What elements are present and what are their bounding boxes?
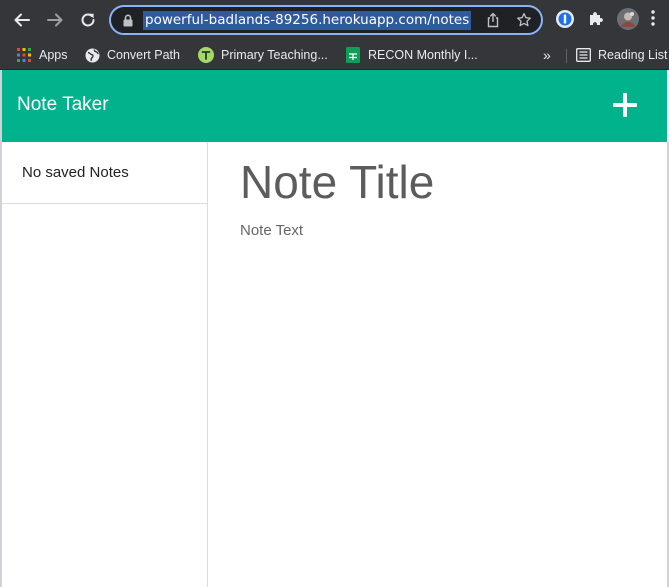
list-item: No saved Notes: [2, 142, 207, 204]
sheets-icon: [345, 47, 361, 63]
lock-icon[interactable]: [123, 14, 133, 32]
puzzle-icon[interactable]: [587, 9, 605, 32]
reading-list-label: Reading List: [598, 48, 668, 62]
notes-sidebar: No saved Notes: [2, 142, 208, 587]
note-text-area[interactable]: [240, 222, 640, 562]
bookmark-recon-monthly[interactable]: RECON Monthly I...: [345, 44, 478, 66]
bookmark-label: Primary Teaching...: [221, 48, 328, 62]
url-text[interactable]: powerful-badlands-89256.herokuapp.com/no…: [143, 11, 472, 30]
share-icon[interactable]: [485, 12, 501, 33]
arrow-left-icon[interactable]: [10, 8, 34, 32]
bookmark-label: Convert Path: [107, 48, 180, 62]
app-navbar: Note Taker: [2, 70, 667, 142]
bookmark-primary-teaching[interactable]: Primary Teaching...: [198, 44, 328, 66]
bookmarks-divider: [566, 49, 567, 63]
reload-icon[interactable]: [76, 8, 100, 32]
bookmarks-overflow-button[interactable]: »: [543, 44, 551, 66]
reading-list-icon: [575, 47, 591, 63]
apps-grid-icon: [16, 47, 32, 63]
star-icon[interactable]: [516, 12, 532, 33]
primary-teaching-icon: [198, 47, 214, 63]
browser-toolbar: powerful-badlands-89256.herokuapp.com/no…: [0, 0, 669, 40]
avatar[interactable]: [617, 8, 639, 35]
arrow-right-icon[interactable]: [43, 8, 67, 32]
password-manager-icon[interactable]: [555, 9, 575, 34]
note-title-input[interactable]: [240, 152, 640, 212]
globe-icon: [84, 47, 100, 63]
kebab-menu-icon[interactable]: [650, 9, 656, 32]
bookmark-apps[interactable]: Apps: [16, 44, 68, 66]
empty-notes-label: No saved Notes: [22, 164, 129, 181]
bookmark-label: Apps: [39, 48, 68, 62]
plus-icon[interactable]: [613, 93, 637, 117]
reading-list-button[interactable]: Reading List: [575, 44, 668, 66]
bookmarks-bar: Apps Convert Path Primary Teaching... RE…: [0, 40, 669, 70]
address-bar[interactable]: powerful-badlands-89256.herokuapp.com/no…: [109, 5, 543, 35]
bookmark-convert-path[interactable]: Convert Path: [84, 44, 180, 66]
app-brand[interactable]: Note Taker: [17, 94, 109, 116]
bookmark-label: RECON Monthly I...: [368, 48, 478, 62]
